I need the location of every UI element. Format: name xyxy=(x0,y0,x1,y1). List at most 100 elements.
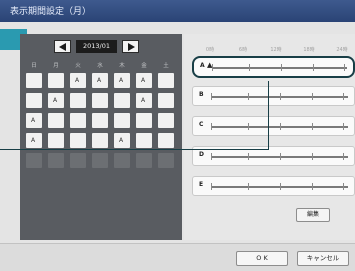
row-label: B xyxy=(199,91,204,98)
calendar-day[interactable]: A xyxy=(114,133,130,148)
day-pattern-mark: A xyxy=(31,117,36,124)
calendar-day[interactable] xyxy=(92,153,108,168)
calendar-day[interactable] xyxy=(158,153,174,168)
hour-tick xyxy=(211,93,212,100)
calendar-day[interactable] xyxy=(70,93,86,108)
calendar-day[interactable] xyxy=(92,133,108,148)
footer-bar: O K キャンセル xyxy=(0,243,355,271)
schedule-row[interactable]: A ▲ xyxy=(192,56,355,78)
calendar-day[interactable] xyxy=(48,73,64,88)
triangle-right-icon xyxy=(128,43,135,51)
calendar-day[interactable] xyxy=(136,113,152,128)
hour-tick xyxy=(248,183,249,190)
title-bar: 表示期間設定（月） xyxy=(0,0,355,22)
hour-tick xyxy=(312,93,313,100)
calendar-day[interactable] xyxy=(158,93,174,108)
weekday-label: 月 xyxy=(53,63,59,69)
day-pattern-mark: A xyxy=(119,137,124,144)
calendar-day[interactable] xyxy=(114,113,130,128)
cancel-button[interactable]: キャンセル xyxy=(297,251,349,266)
day-pattern-mark: A xyxy=(31,137,36,144)
day-pattern-mark: A xyxy=(119,77,124,84)
hour-tick xyxy=(211,123,212,130)
calendar-day[interactable]: A xyxy=(70,73,86,88)
hour-tick xyxy=(343,93,344,100)
calendar-day[interactable] xyxy=(48,133,64,148)
callout-line xyxy=(0,149,268,150)
hour-label: 18時 xyxy=(303,47,315,53)
calendar-day[interactable]: A xyxy=(26,133,42,148)
calendar-day[interactable] xyxy=(70,133,86,148)
dialog-window: 表示期間設定（月） 2013/01 日 月 火 水 木 金 土 A A A A A A A A A 0時 6時… xyxy=(0,0,355,271)
day-pattern-mark: A xyxy=(53,97,58,104)
hour-tick xyxy=(248,153,249,160)
calendar-day[interactable] xyxy=(114,153,130,168)
calendar-day[interactable] xyxy=(92,113,108,128)
schedule-row[interactable]: C xyxy=(192,116,355,136)
hour-tick xyxy=(280,93,281,100)
hour-tick xyxy=(343,123,344,130)
window-title: 表示期間設定（月） xyxy=(10,7,92,17)
calendar-day[interactable] xyxy=(48,153,64,168)
calendar-day[interactable] xyxy=(26,153,42,168)
hour-tick xyxy=(280,123,281,130)
calendar-day[interactable]: A xyxy=(48,93,64,108)
row-label: E xyxy=(199,181,204,188)
calendar-day[interactable] xyxy=(136,153,152,168)
calendar-day[interactable] xyxy=(70,153,86,168)
hour-tick xyxy=(343,183,344,190)
day-pattern-mark: A xyxy=(141,77,146,84)
hour-tick xyxy=(312,183,313,190)
schedule-row[interactable]: B xyxy=(192,86,355,106)
calendar-day[interactable]: A xyxy=(136,73,152,88)
calendar-day[interactable] xyxy=(26,73,42,88)
calendar-day[interactable] xyxy=(26,93,42,108)
hour-tick xyxy=(344,64,345,71)
calendar-day[interactable] xyxy=(92,93,108,108)
hour-tick xyxy=(248,123,249,130)
weekday-label: 水 xyxy=(97,63,103,69)
hour-label: 6時 xyxy=(238,47,248,53)
hour-label: 12時 xyxy=(270,47,282,53)
calendar-day[interactable]: A xyxy=(92,73,108,88)
hour-tick xyxy=(312,153,313,160)
ok-button[interactable]: O K xyxy=(236,251,288,266)
weekday-label: 土 xyxy=(163,63,169,69)
row-label: D xyxy=(199,151,204,158)
calendar-day[interactable]: A xyxy=(136,93,152,108)
time-track xyxy=(212,67,347,69)
calendar-day[interactable] xyxy=(158,73,174,88)
day-pattern-mark: A xyxy=(75,77,80,84)
calendar-day[interactable]: A xyxy=(26,113,42,128)
row-label: C xyxy=(199,121,204,128)
next-month-button[interactable] xyxy=(122,40,139,53)
hour-tick xyxy=(280,153,281,160)
hour-tick xyxy=(343,153,344,160)
weekday-label: 日 xyxy=(31,63,37,69)
calendar-day[interactable] xyxy=(158,133,174,148)
callout-connector xyxy=(268,81,269,150)
calendar-day[interactable] xyxy=(114,93,130,108)
prev-month-button[interactable] xyxy=(54,40,71,53)
hour-tick xyxy=(211,153,212,160)
calendar-day[interactable]: A xyxy=(114,73,130,88)
hour-tick xyxy=(313,64,314,71)
hour-label: 0時 xyxy=(205,47,215,53)
edit-button[interactable]: 編集 xyxy=(296,208,330,222)
time-marker-icon[interactable]: ▲ xyxy=(207,61,212,69)
hour-tick xyxy=(281,64,282,71)
hour-tick xyxy=(211,183,212,190)
weekday-label: 火 xyxy=(75,63,81,69)
schedule-row[interactable]: E xyxy=(192,176,355,196)
day-pattern-mark: A xyxy=(97,77,102,84)
triangle-left-icon xyxy=(59,43,66,51)
month-display: 2013/01 xyxy=(76,40,117,53)
weekday-label: 金 xyxy=(141,63,147,69)
hour-label: 24時 xyxy=(336,47,348,53)
calendar-day[interactable] xyxy=(136,133,152,148)
calendar-panel: 2013/01 日 月 火 水 木 金 土 A A A A A A A A A xyxy=(20,34,182,240)
hour-tick xyxy=(280,183,281,190)
calendar-day[interactable] xyxy=(70,113,86,128)
calendar-day[interactable] xyxy=(158,113,174,128)
calendar-day[interactable] xyxy=(48,113,64,128)
